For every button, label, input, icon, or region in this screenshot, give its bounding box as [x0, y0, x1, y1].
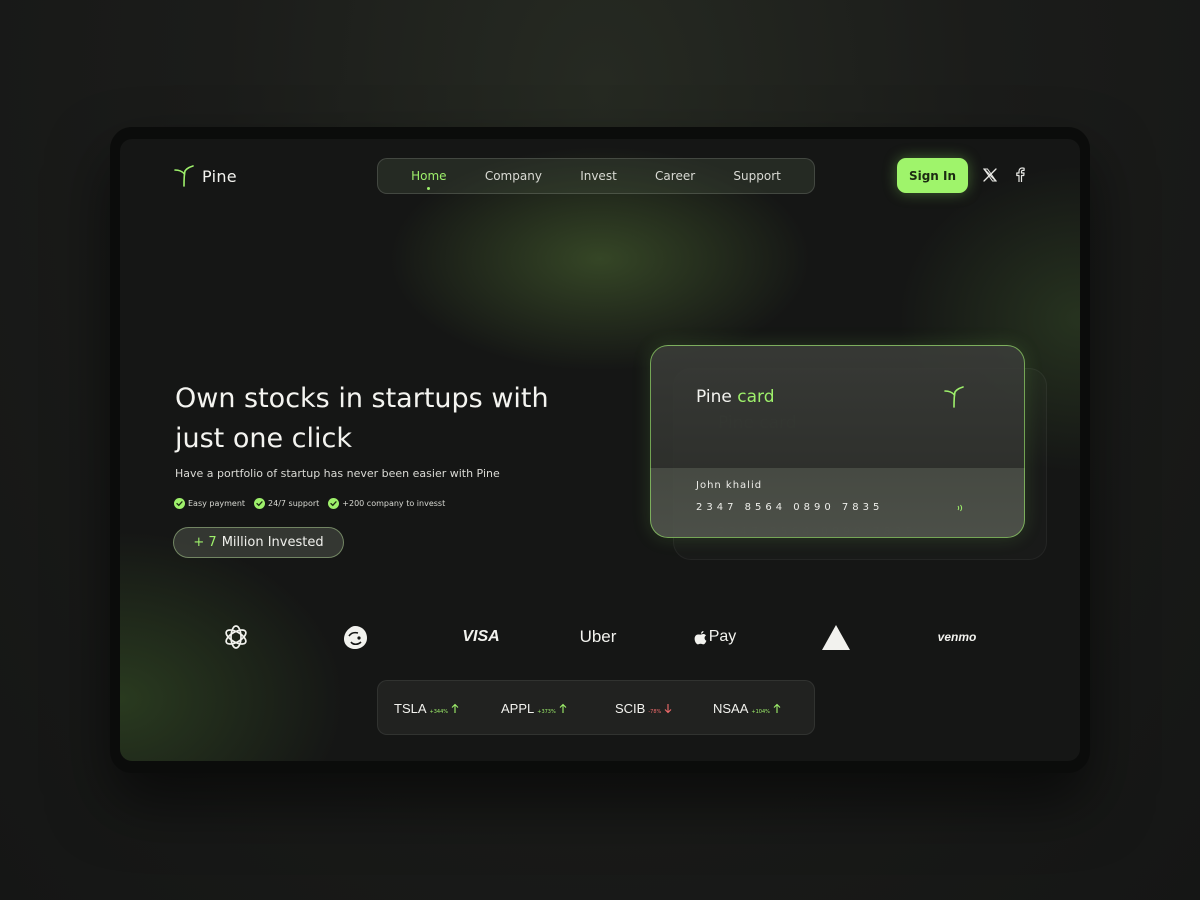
nav-support[interactable]: Support: [733, 169, 780, 183]
arrow-up-icon: [773, 703, 781, 713]
check-icon: [328, 498, 340, 509]
pine-logo-icon: [944, 386, 964, 408]
hero-title: Own stocks in startups with just one cli…: [175, 383, 549, 454]
stock-symbol: TSLA: [394, 701, 427, 716]
sign-in-button[interactable]: Sign In: [897, 158, 968, 193]
check-icon: [254, 498, 266, 509]
stock-item[interactable]: SCIB -78%: [615, 701, 672, 716]
stock-symbol: NSAA: [713, 701, 749, 716]
pine-card[interactable]: Pine card John khalid 2347 8564 0890 783…: [650, 345, 1025, 538]
stock-change: -78%: [648, 709, 662, 715]
visa-logo: VISA: [462, 628, 500, 645]
card-title: Pine card: [696, 387, 775, 407]
apple-pay-logo: Pay: [692, 623, 738, 651]
uber-logo: Uber: [579, 627, 617, 646]
invested-badge[interactable]: + 7 Million Invested: [173, 527, 344, 558]
card-number: 2347 8564 0890 7835: [696, 502, 884, 513]
main-nav: Home Company Invest Career Support: [377, 158, 815, 194]
pine-logo-icon: [174, 165, 194, 187]
arrow-up-icon: [559, 703, 567, 713]
feature-list: Easy payment 24/7 support +200 company t…: [174, 498, 445, 509]
brand-name: Pine: [202, 166, 237, 186]
stock-ticker: TSLA +344% APPL +373% SCIB -78% NSAA +10…: [377, 680, 815, 735]
stock-item[interactable]: TSLA +344%: [394, 701, 459, 716]
contactless-icon: [957, 504, 963, 512]
app-screen: Pine Home Company Invest Career Support …: [120, 139, 1080, 761]
x-icon[interactable]: [982, 167, 998, 183]
brand-logo[interactable]: Pine: [174, 165, 237, 187]
vercel-logo: [820, 623, 852, 651]
openai-logo: [220, 623, 252, 651]
stock-change: +373%: [537, 709, 556, 715]
feature-item: Easy payment: [174, 498, 245, 509]
feature-label: 24/7 support: [268, 499, 320, 508]
facebook-icon[interactable]: [1012, 167, 1028, 183]
feature-item: +200 company to invesst: [328, 498, 445, 509]
nav-home[interactable]: Home: [411, 169, 447, 190]
invested-label: Million Invested: [221, 535, 324, 550]
hero-subtitle: Have a portfolio of startup has never be…: [175, 467, 500, 480]
arrow-up-icon: [451, 703, 459, 713]
stock-change: +344%: [429, 709, 448, 715]
mailchimp-logo: [339, 623, 371, 651]
stock-item[interactable]: APPL +373%: [501, 701, 567, 716]
nav-career[interactable]: Career: [655, 169, 695, 183]
feature-item: 24/7 support: [254, 498, 319, 509]
nav-company[interactable]: Company: [485, 169, 542, 183]
stock-symbol: SCIB: [615, 701, 646, 716]
nav-invest[interactable]: Invest: [580, 169, 617, 183]
feature-label: Easy payment: [188, 499, 246, 508]
stock-change: +104%: [751, 709, 770, 715]
card-holder-name: John khalid: [696, 480, 763, 491]
invested-amount: + 7: [193, 535, 217, 550]
stock-item[interactable]: NSAA +104%: [713, 701, 781, 716]
venmo-logo: venmo: [937, 630, 977, 644]
apple-icon: [694, 630, 707, 644]
arrow-down-icon: [664, 704, 672, 714]
check-icon: [174, 498, 185, 509]
feature-label: +200 company to invesst: [342, 499, 446, 508]
stock-symbol: APPL: [501, 701, 535, 716]
